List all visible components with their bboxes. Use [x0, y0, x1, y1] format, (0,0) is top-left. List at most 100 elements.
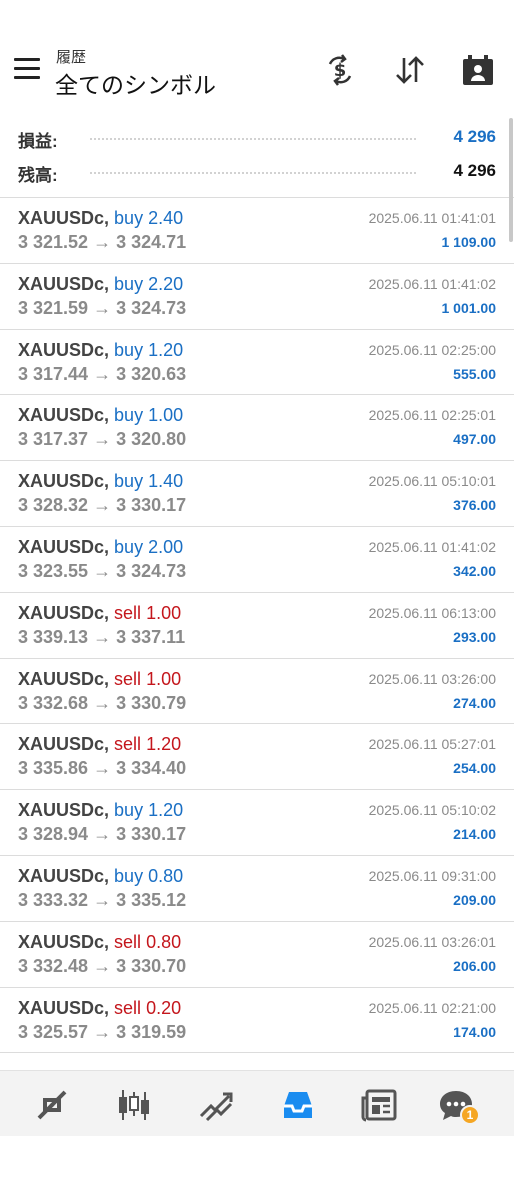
sort-icon[interactable]	[392, 52, 428, 88]
trade-volume: 0.80	[148, 865, 184, 886]
trade-symbol-line: XAUUSDc, sell 0.20	[18, 998, 181, 1019]
close-price: 3 324.73	[116, 297, 187, 318]
trade-profit: 293.00	[453, 628, 496, 645]
trade-volume: 2.20	[148, 273, 184, 294]
arrow-icon: →	[93, 560, 112, 581]
trade-row[interactable]: XAUUSDc, buy 2.40 3 321.52 → 3 324.71 2025.0…	[0, 198, 514, 264]
trade-symbol: XAUUSDc,	[18, 208, 110, 228]
trade-time: 2025.06.11 03:26:01	[368, 933, 496, 950]
trade-row[interactable]: XAUUSDc, buy 0.80 3 333.32 → 3 335.12 2025.0…	[0, 856, 514, 922]
trade-prices: 3 317.37 → 3 320.80	[18, 429, 186, 450]
trade-profit: 174.00	[453, 1023, 496, 1040]
trade-prices: 3 333.32 → 3 335.12	[18, 890, 186, 911]
trade-time: 2025.06.11 01:41:02	[368, 538, 496, 555]
arrow-icon: →	[93, 1021, 112, 1042]
close-price: 3 320.80	[116, 429, 187, 450]
chart-icon[interactable]	[114, 1085, 154, 1125]
trade-symbol: XAUUSDc,	[18, 800, 110, 821]
arrow-icon: →	[93, 495, 112, 516]
arrow-icon: →	[93, 626, 112, 647]
trade-volume: 1.00	[146, 668, 182, 689]
trade-row[interactable]: XAUUSDc, sell 0.80 3 332.48 → 3 330.70 2025.…	[0, 922, 514, 988]
trade-symbol: XAUUSDc,	[18, 931, 110, 952]
trade-prices: 3 321.52 → 3 324.71	[18, 232, 186, 253]
history-icon[interactable]	[278, 1085, 318, 1125]
trade-row[interactable]: XAUUSDc, sell 1.00 3 339.13 → 3 337.11 2025.…	[0, 593, 514, 659]
trade-prices: 3 332.48 → 3 330.70	[18, 956, 186, 977]
trade-prices: 3 321.59 → 3 324.73	[18, 298, 186, 319]
trade-row[interactable]: XAUUSDc, buy 1.40 3 328.32 → 3 330.17 2025.0…	[0, 461, 514, 527]
trade-profit: 214.00	[453, 826, 496, 843]
profit-label: 損益:	[18, 132, 58, 151]
trade-side: buy	[114, 208, 144, 228]
trade-side: buy	[114, 339, 144, 360]
menu-icon[interactable]	[14, 58, 40, 80]
news-icon[interactable]	[360, 1085, 400, 1125]
open-price: 3 335.86	[18, 758, 89, 779]
trade-symbol: XAUUSDc,	[18, 668, 110, 689]
trade-time: 2025.06.11 03:26:00	[368, 670, 496, 687]
trade-symbol-line: XAUUSDc, buy 1.40	[18, 471, 183, 492]
page-subtitle: 履歴	[56, 49, 87, 66]
trade-symbol: XAUUSDc,	[18, 865, 110, 886]
symbol-selector[interactable]: 全てのシンボル	[55, 66, 216, 100]
trade-row[interactable]: XAUUSDc, sell 1.00 3 332.68 → 3 330.79 2025.…	[0, 659, 514, 725]
calendar-icon[interactable]	[460, 52, 496, 88]
trade-prices: 3 317.44 → 3 320.63	[18, 364, 186, 385]
trade-side: sell	[114, 734, 142, 755]
trade-symbol-line: XAUUSDc, buy 2.20	[18, 274, 183, 295]
trade-symbol-line: XAUUSDc, buy 1.20	[18, 340, 183, 361]
svg-text:$: $	[334, 60, 347, 81]
arrow-icon: →	[93, 955, 112, 976]
messages-icon[interactable]: 1	[436, 1085, 480, 1125]
trade-list[interactable]: XAUUSDc, buy 2.40 3 321.52 → 3 324.71 2025.0…	[0, 198, 514, 1070]
trade-row[interactable]: XAUUSDc, buy 2.00 3 323.55 → 3 324.73 2025.0…	[0, 527, 514, 593]
trade-row[interactable]: XAUUSDc, buy 1.20 3 317.44 → 3 320.63 2025.0…	[0, 330, 514, 396]
trade-prices: 3 332.68 → 3 330.79	[18, 693, 186, 714]
close-price: 3 324.73	[116, 560, 187, 581]
trade-symbol-line: XAUUSDc, buy 1.00	[18, 405, 183, 426]
trade-symbol: XAUUSDc,	[18, 602, 110, 623]
trade-volume: 1.20	[146, 734, 182, 755]
open-price: 3 328.32	[18, 495, 89, 516]
trade-symbol: XAUUSDc,	[18, 405, 110, 426]
trade-symbol: XAUUSDc,	[18, 339, 110, 360]
trade-time: 2025.06.11 05:27:01	[368, 736, 496, 753]
trade-row[interactable]: XAUUSDc, buy 1.00 3 317.37 → 3 320.80 2025.0…	[0, 395, 514, 462]
trade-icon[interactable]	[196, 1085, 236, 1125]
open-price: 3 332.48	[18, 955, 89, 976]
trade-profit: 206.00	[453, 957, 496, 974]
trade-prices: 3 323.55 → 3 324.73	[18, 561, 186, 582]
trade-volume: 1.20	[148, 339, 184, 360]
trade-time: 2025.06.11 02:25:00	[368, 341, 496, 358]
trade-symbol-line: XAUUSDc, sell 1.20	[18, 734, 181, 755]
balance-label: 残高:	[18, 166, 58, 185]
open-price: 3 321.59	[18, 297, 89, 318]
trade-profit: 274.00	[453, 694, 496, 711]
arrow-icon: →	[93, 824, 112, 845]
trade-row[interactable]: XAUUSDc, sell 0.20 3 325.57 → 3 319.59 2025.…	[0, 988, 514, 1054]
trade-row[interactable]: XAUUSDc, buy 2.20 3 321.59 → 3 324.73 2025.0…	[0, 264, 514, 330]
trade-volume: 0.20	[146, 997, 182, 1018]
close-price: 3 334.40	[116, 758, 187, 779]
trade-time: 2025.06.11 05:10:01	[368, 473, 496, 490]
trade-prices: 3 335.86 → 3 334.40	[18, 758, 186, 779]
open-price: 3 321.52	[18, 232, 89, 252]
close-price: 3 330.79	[116, 692, 187, 713]
trade-prices: 3 328.94 → 3 330.17	[18, 824, 186, 845]
trade-symbol-line: XAUUSDc, buy 2.00	[18, 537, 183, 558]
trade-row[interactable]: XAUUSDc, buy 1.20 3 328.94 → 3 330.17 2025.0…	[0, 790, 514, 856]
trade-profit: 254.00	[453, 760, 496, 777]
trade-volume: 1.20	[148, 800, 184, 821]
trade-profit: 1 109.00	[441, 234, 497, 250]
trade-row[interactable]: XAUUSDc, sell 1.20 3 335.86 → 3 334.40 2025.…	[0, 724, 514, 791]
trade-symbol-line: XAUUSDc, buy 2.40	[18, 208, 183, 229]
close-price: 3 324.71	[116, 232, 187, 252]
quotes-icon[interactable]	[32, 1085, 72, 1125]
balance-value: 4 296	[453, 161, 496, 180]
trade-volume: 2.00	[148, 536, 184, 557]
summary-panel: 損益: 4 296 残高: 4 296	[0, 118, 514, 198]
dollar-swap-icon[interactable]: $	[322, 52, 358, 88]
trade-time: 2025.06.11 01:41:02	[368, 275, 496, 292]
profit-value: 4 296	[453, 127, 496, 146]
